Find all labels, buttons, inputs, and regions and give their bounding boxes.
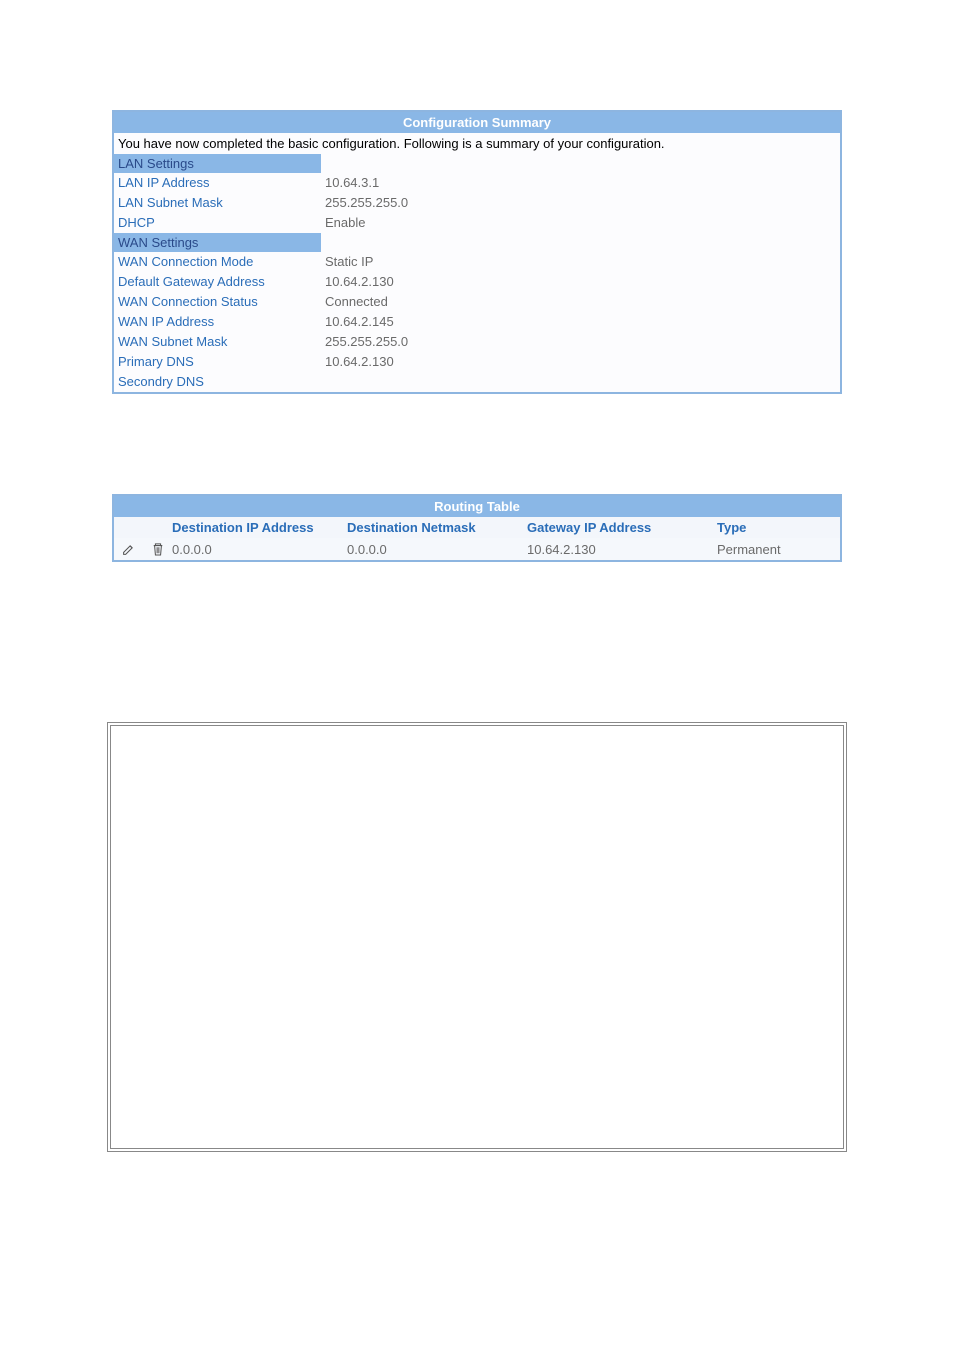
cell-type: Permanent [717, 542, 817, 557]
wan-section-header: WAN Settings [114, 233, 321, 252]
value-lan-ip: 10.64.3.1 [325, 173, 379, 193]
label-dhcp: DHCP [118, 213, 325, 233]
label-default-gw: Default Gateway Address [118, 272, 325, 292]
row-dhcp: DHCP Enable [114, 213, 840, 233]
row-primary-dns: Primary DNS 10.64.2.130 [114, 352, 840, 372]
routing-table-panel: Routing Table Destination IP Address Des… [112, 494, 842, 562]
value-wan-mode: Static IP [325, 252, 373, 272]
value-dhcp: Enable [325, 213, 365, 233]
row-lan-subnet: LAN Subnet Mask 255.255.255.0 [114, 193, 840, 213]
routing-table-title: Routing Table [114, 496, 840, 517]
value-wan-subnet: 255.255.255.0 [325, 332, 408, 352]
header-dest-ip: Destination IP Address [172, 520, 347, 535]
row-lan-ip: LAN IP Address 10.64.3.1 [114, 173, 840, 193]
row-wan-ip: WAN IP Address 10.64.2.145 [114, 312, 840, 332]
row-wan-mode: WAN Connection Mode Static IP [114, 252, 840, 272]
delete-icon[interactable] [148, 541, 168, 557]
header-gateway-ip: Gateway IP Address [527, 520, 717, 535]
label-wan-subnet: WAN Subnet Mask [118, 332, 325, 352]
config-summary-panel: Configuration Summary You have now compl… [112, 110, 842, 394]
config-summary-intro: You have now completed the basic configu… [114, 133, 840, 154]
cell-dest-ip: 0.0.0.0 [172, 542, 347, 557]
value-primary-dns: 10.64.2.130 [325, 352, 394, 372]
label-wan-status: WAN Connection Status [118, 292, 325, 312]
config-summary-title: Configuration Summary [114, 112, 840, 133]
cell-dest-netmask: 0.0.0.0 [347, 542, 527, 557]
label-primary-dns: Primary DNS [118, 352, 325, 372]
lan-section-header: LAN Settings [114, 154, 321, 173]
value-wan-ip: 10.64.2.145 [325, 312, 394, 332]
label-lan-subnet: LAN Subnet Mask [118, 193, 325, 213]
row-wan-subnet: WAN Subnet Mask 255.255.255.0 [114, 332, 840, 352]
label-wan-mode: WAN Connection Mode [118, 252, 325, 272]
header-dest-netmask: Destination Netmask [347, 520, 527, 535]
cell-gateway-ip: 10.64.2.130 [527, 542, 717, 557]
label-secondary-dns: Secondry DNS [118, 372, 325, 392]
value-wan-status: Connected [325, 292, 388, 312]
value-default-gw: 10.64.2.130 [325, 272, 394, 292]
value-lan-subnet: 255.255.255.0 [325, 193, 408, 213]
row-wan-status: WAN Connection Status Connected [114, 292, 840, 312]
table-row: 0.0.0.0 0.0.0.0 10.64.2.130 Permanent [114, 538, 840, 560]
edit-icon[interactable] [118, 541, 138, 557]
row-secondary-dns: Secondry DNS [114, 372, 840, 392]
label-wan-ip: WAN IP Address [118, 312, 325, 332]
blank-framed-box [107, 722, 847, 1152]
row-default-gw: Default Gateway Address 10.64.2.130 [114, 272, 840, 292]
routing-header-row: Destination IP Address Destination Netma… [114, 517, 840, 538]
header-type: Type [717, 520, 817, 535]
label-lan-ip: LAN IP Address [118, 173, 325, 193]
